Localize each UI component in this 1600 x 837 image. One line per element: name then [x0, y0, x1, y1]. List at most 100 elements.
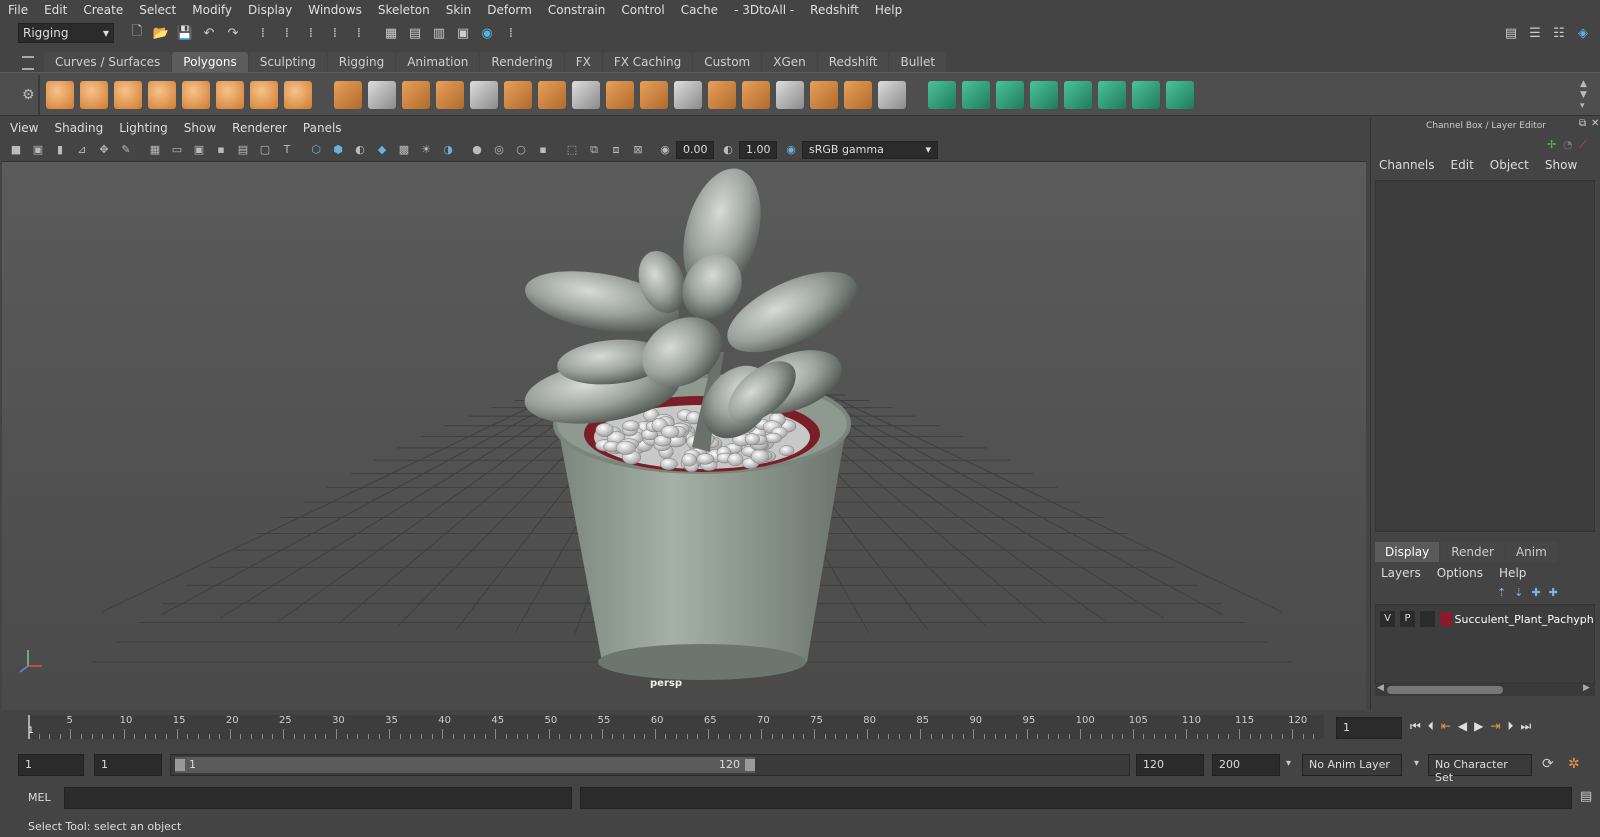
- shelf-tab-sculpting[interactable]: Sculpting: [248, 52, 327, 72]
- anti-alias-icon[interactable]: ○: [513, 142, 529, 158]
- xray-components-icon[interactable]: ⊠: [630, 142, 646, 158]
- shelf-auto-map-icon[interactable]: [1064, 81, 1092, 109]
- shelf-boolean-icon[interactable]: [504, 81, 532, 109]
- close-icon[interactable]: ✕: [1591, 118, 1599, 129]
- playback-end-field[interactable]: 120: [1136, 754, 1204, 776]
- menu-constrain[interactable]: Constrain: [540, 3, 614, 17]
- attribute-editor-toggle-icon[interactable]: ☰: [1526, 24, 1544, 42]
- shelf-wedge-icon[interactable]: [878, 81, 906, 109]
- color-management-icon[interactable]: ◉: [783, 142, 799, 158]
- shelf-tab-bullet[interactable]: Bullet: [889, 52, 947, 72]
- anim-layer-chevron-icon[interactable]: ▾: [1286, 758, 1291, 769]
- snap-point-icon[interactable]: ⁞: [326, 24, 344, 42]
- channels-menu[interactable]: Channels: [1379, 158, 1435, 172]
- screen-space-ao-icon[interactable]: ●: [469, 142, 485, 158]
- shelf-fill-hole-icon[interactable]: [776, 81, 804, 109]
- shelf-multicut-icon[interactable]: [708, 81, 736, 109]
- isolate-select-icon[interactable]: ⬚: [564, 142, 580, 158]
- menu-select[interactable]: Select: [131, 3, 184, 17]
- hyper-icon[interactable]: ⟋: [1579, 138, 1587, 152]
- ipr-render-icon[interactable]: ▥: [430, 24, 448, 42]
- shelf-sphere-icon[interactable]: [46, 81, 74, 109]
- menu-skeleton[interactable]: Skeleton: [370, 3, 438, 17]
- scroll-right-icon[interactable]: ▶: [1583, 683, 1590, 693]
- render-frame-icon[interactable]: ▤: [406, 24, 424, 42]
- wireframe-on-shaded-icon[interactable]: ◆: [374, 142, 390, 158]
- select-mode-icon[interactable]: ⁞: [254, 24, 272, 42]
- play-backwards-icon[interactable]: ◀: [1458, 719, 1467, 734]
- render-settings-icon[interactable]: ▣: [454, 24, 472, 42]
- auto-key-icon[interactable]: ⟳: [1542, 756, 1554, 772]
- exposure-icon[interactable]: ◉: [657, 142, 673, 158]
- mel-input[interactable]: [64, 787, 572, 809]
- shelf-tab-animation[interactable]: Animation: [396, 52, 480, 72]
- save-scene-icon[interactable]: 💾: [176, 24, 194, 42]
- shelf-plane-icon[interactable]: [182, 81, 210, 109]
- layer-row[interactable]: V P Succulent_Plant_Pachyphytum: [1376, 609, 1594, 629]
- shelf-pipe-icon[interactable]: [284, 81, 312, 109]
- shelf-spherical-map-icon[interactable]: [1030, 81, 1058, 109]
- menu-display[interactable]: Display: [240, 3, 300, 17]
- shelf-target-weld-icon[interactable]: [810, 81, 838, 109]
- viewport-menu-view[interactable]: View: [2, 121, 46, 135]
- tab-render[interactable]: Render: [1441, 542, 1504, 562]
- shelf-tab-rendering[interactable]: Rendering: [480, 52, 564, 72]
- shelf-mirror-icon[interactable]: [436, 81, 464, 109]
- float-panel-icon[interactable]: ⧉: [1579, 118, 1586, 129]
- shelf-reduce-icon[interactable]: [538, 81, 566, 109]
- camera-attributes-icon[interactable]: ▣: [30, 142, 46, 158]
- resolution-gate-icon[interactable]: ▣: [191, 142, 207, 158]
- shelf-cylinder-icon[interactable]: [114, 81, 142, 109]
- menu-help[interactable]: Help: [867, 3, 910, 17]
- go-to-end-icon[interactable]: ⏭: [1520, 719, 1531, 734]
- shelf-scroll-icon[interactable]: ▲ ▼ ▾: [1580, 79, 1587, 112]
- shelf-cut-uv-icon[interactable]: [1132, 81, 1160, 109]
- shelf-tab-xgen[interactable]: XGen: [762, 52, 817, 72]
- menu-3dtoall[interactable]: - 3DtoAll -: [726, 3, 802, 17]
- current-frame-field[interactable]: 1: [1336, 717, 1402, 739]
- shelf-menu-icon[interactable]: [22, 56, 34, 70]
- layer-display-type-toggle[interactable]: [1419, 611, 1435, 627]
- menu-cache[interactable]: Cache: [673, 3, 726, 17]
- use-all-lights-icon[interactable]: ☀: [418, 142, 434, 158]
- gamma-field[interactable]: 1.00: [739, 140, 777, 159]
- textured-icon[interactable]: ▩: [396, 142, 412, 158]
- end-time-field[interactable]: 200: [1212, 754, 1280, 776]
- shelf-tab-redshift[interactable]: Redshift: [817, 52, 889, 72]
- grease-pencil-icon[interactable]: ✎: [118, 142, 134, 158]
- step-back-frame-icon[interactable]: ⏴: [1428, 719, 1434, 734]
- shelf-cone-icon[interactable]: [148, 81, 176, 109]
- scrollbar-thumb[interactable]: [1387, 686, 1503, 694]
- move-layer-up-icon[interactable]: ⇡: [1497, 586, 1506, 599]
- viewport-menu-lighting[interactable]: Lighting: [111, 121, 176, 135]
- range-start-grip-icon[interactable]: [175, 759, 185, 771]
- show-menu[interactable]: Show: [1545, 158, 1577, 172]
- object-menu[interactable]: Object: [1490, 158, 1529, 172]
- hypershade-icon[interactable]: ◉: [478, 24, 496, 42]
- shelf-bridge-icon[interactable]: [640, 81, 668, 109]
- shelf-extract-icon[interactable]: [402, 81, 430, 109]
- shelf-prism-icon[interactable]: [250, 81, 278, 109]
- layer-playback-toggle[interactable]: P: [1399, 611, 1415, 627]
- range-slider[interactable]: 1 120: [170, 754, 1130, 776]
- shadows-icon[interactable]: ◑: [440, 142, 456, 158]
- viewport-menu-shading[interactable]: Shading: [46, 121, 111, 135]
- shelf-append-icon[interactable]: [674, 81, 702, 109]
- image-plane-icon[interactable]: ⊿: [74, 142, 90, 158]
- viewport-menu-panels[interactable]: Panels: [295, 121, 350, 135]
- view-transform-dropdown[interactable]: sRGB gamma ▾: [802, 140, 938, 159]
- safe-title-icon[interactable]: T: [279, 142, 295, 158]
- layer-visibility-toggle[interactable]: V: [1380, 611, 1395, 627]
- smooth-shade-icon[interactable]: ⬢: [330, 142, 346, 158]
- shelf-planar-map-icon[interactable]: [962, 81, 990, 109]
- playback-start-field[interactable]: 1: [94, 754, 162, 776]
- range-end-grip-icon[interactable]: [745, 759, 755, 771]
- shelf-tab-curves-surfaces[interactable]: Curves / Surfaces: [44, 52, 172, 72]
- new-empty-layer-icon[interactable]: ✚: [1531, 586, 1540, 599]
- character-set-chevron-icon[interactable]: ▾: [1414, 758, 1419, 769]
- undo-icon[interactable]: ↶: [200, 24, 218, 42]
- shelf-combine-icon[interactable]: [334, 81, 362, 109]
- anim-layer-dropdown[interactable]: No Anim Layer: [1302, 754, 1402, 776]
- perspective-viewport[interactable]: persp: [2, 162, 1366, 710]
- motion-blur-icon[interactable]: ◎: [491, 142, 507, 158]
